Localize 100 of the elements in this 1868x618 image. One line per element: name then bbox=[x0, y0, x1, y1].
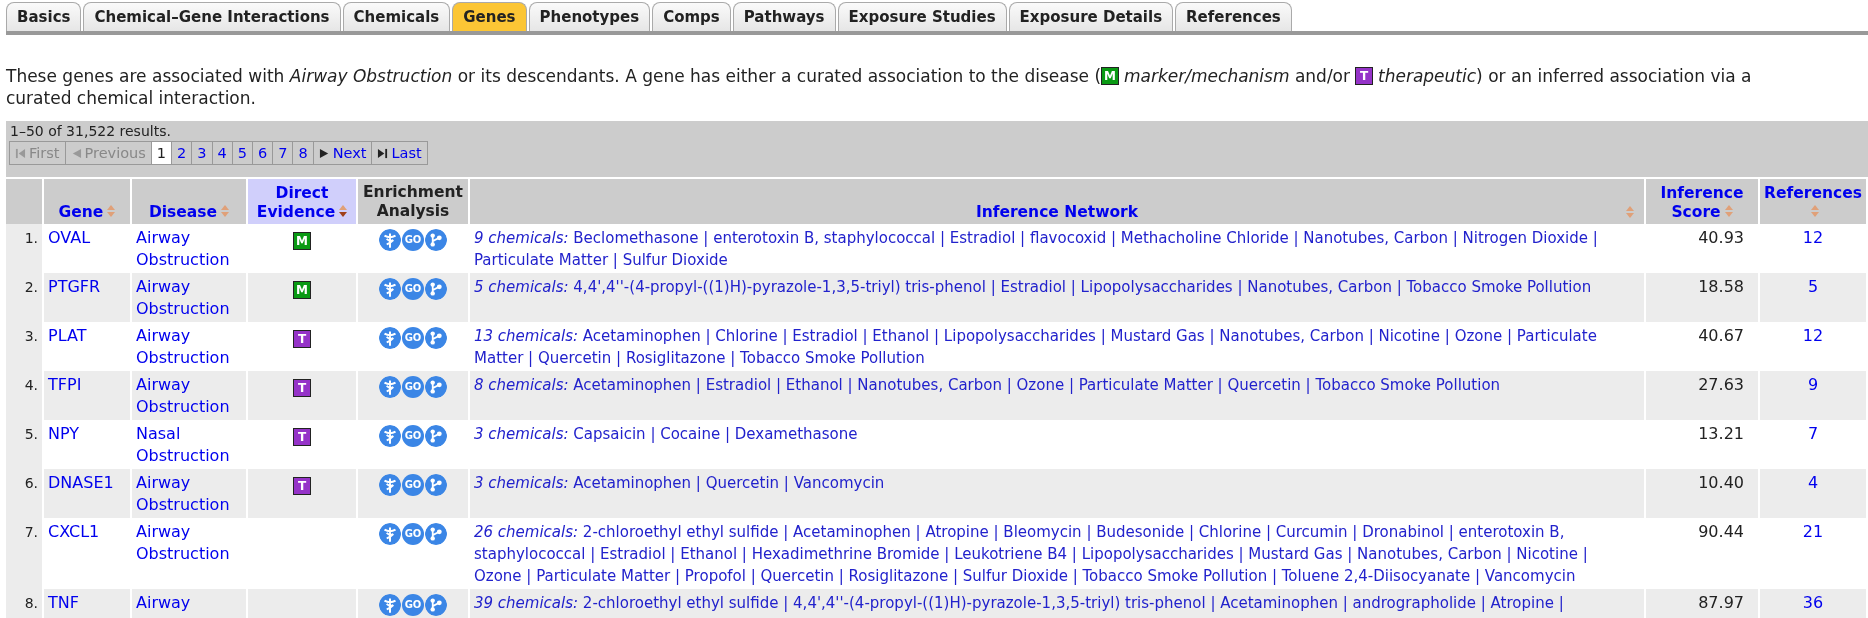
evidence-badge: T bbox=[293, 379, 311, 397]
tab[interactable]: Pathways bbox=[732, 2, 836, 31]
gene-link[interactable]: CXCL1 bbox=[48, 521, 126, 543]
references-link[interactable]: 36 bbox=[1802, 593, 1824, 612]
previous-icon bbox=[70, 147, 82, 159]
go-icon[interactable]: GO bbox=[402, 594, 424, 616]
tab[interactable]: Exposure Details bbox=[1008, 2, 1174, 31]
column-heading: Enrichment Analysis bbox=[357, 178, 469, 224]
column-header[interactable]: References bbox=[1759, 178, 1867, 224]
go-icon[interactable]: GO bbox=[402, 229, 424, 251]
last-page-icon bbox=[377, 147, 389, 159]
pagination-link[interactable]: 3 bbox=[191, 141, 213, 165]
disease-link[interactable]: Airway Obstruction bbox=[136, 521, 242, 565]
evidence-badge: T bbox=[293, 428, 311, 446]
row-number: 6. bbox=[6, 469, 43, 518]
go-icon[interactable]: GO bbox=[402, 376, 424, 398]
disease-link[interactable]: Airway Obstruction bbox=[136, 325, 242, 369]
column-header[interactable]: Inference Score bbox=[1645, 178, 1759, 224]
go-icon[interactable]: GO bbox=[402, 278, 424, 300]
evidence-badge: T bbox=[1355, 67, 1373, 85]
tab[interactable]: Phenotypes bbox=[528, 2, 651, 31]
pagination-link[interactable]: Last bbox=[371, 141, 428, 165]
caduceus-icon[interactable] bbox=[379, 594, 401, 616]
inference-score: 18.58 bbox=[1645, 273, 1759, 322]
evidence-badge: T bbox=[293, 330, 311, 348]
intro-text: therapeutic) or an inferred association via a bbox=[1378, 65, 1752, 87]
references-link[interactable]: 12 bbox=[1802, 326, 1824, 345]
inference-score: 87.97 bbox=[1645, 589, 1759, 618]
column-header[interactable]: Gene bbox=[43, 178, 131, 224]
pagination-link[interactable]: 6 bbox=[251, 141, 274, 165]
tab[interactable]: Basics bbox=[6, 2, 82, 31]
network-icon[interactable] bbox=[425, 278, 447, 300]
row-number: 1. bbox=[6, 224, 43, 273]
references-link[interactable]: 9 bbox=[1807, 375, 1819, 394]
caduceus-icon[interactable] bbox=[379, 278, 401, 300]
first-page-icon bbox=[15, 147, 26, 159]
pagination-link[interactable]: 5 bbox=[231, 141, 253, 165]
column-header[interactable]: Disease bbox=[131, 178, 247, 224]
caduceus-icon[interactable] bbox=[379, 523, 401, 545]
results-count: 1–50 of 31,522 results. bbox=[10, 123, 172, 139]
network-icon[interactable] bbox=[425, 376, 447, 398]
gene-link[interactable]: PLAT bbox=[48, 325, 126, 347]
go-icon[interactable]: GO bbox=[402, 327, 424, 349]
chemical-list[interactable]: 9 chemicals: Beclomethasone | enterotoxin B, staphylococcal | Estradiol | flavocoxid | Methacholine Chloride | Nanotubes, Carbon | Nitrogen Dioxide | Particulate Matter | Sulfur Dioxide bbox=[474, 227, 1614, 271]
inference-score: 27.63 bbox=[1645, 371, 1759, 420]
intro-text: These genes are associated with Airway Obstruction or its descendants. A gene has either a curated association to the disease ( bbox=[6, 65, 1102, 87]
caduceus-icon[interactable] bbox=[379, 376, 401, 398]
network-icon[interactable] bbox=[425, 474, 447, 496]
caduceus-icon[interactable] bbox=[379, 327, 401, 349]
column-header[interactable]: Inference Network bbox=[469, 178, 1645, 224]
go-icon[interactable]: GO bbox=[402, 523, 424, 545]
disease-link[interactable]: Airway Obstruction bbox=[136, 227, 242, 271]
pagination-link[interactable]: 8 bbox=[292, 141, 314, 165]
network-icon[interactable] bbox=[425, 229, 447, 251]
row-number: 2. bbox=[6, 273, 43, 322]
evidence-badge: M bbox=[1101, 67, 1120, 85]
disease-link[interactable]: Nasal Obstruction bbox=[136, 423, 242, 467]
next-icon bbox=[318, 147, 330, 159]
intro-text: curated chemical interaction. bbox=[6, 87, 257, 109]
network-icon[interactable] bbox=[425, 594, 447, 616]
references-link[interactable]: 5 bbox=[1807, 277, 1819, 296]
go-icon[interactable]: GO bbox=[402, 474, 424, 496]
tab[interactable]: References bbox=[1175, 2, 1292, 31]
evidence-badge: T bbox=[293, 477, 311, 495]
row-number: 3. bbox=[6, 322, 43, 371]
references-link[interactable]: 21 bbox=[1802, 522, 1824, 541]
row-number: 5. bbox=[6, 420, 43, 469]
gene-link[interactable]: OVAL bbox=[48, 227, 126, 249]
row-number: 7. bbox=[6, 518, 43, 589]
row-number: 8. bbox=[6, 589, 43, 618]
tab[interactable]: Genes bbox=[452, 2, 527, 31]
caduceus-icon[interactable] bbox=[379, 425, 401, 447]
gene-link[interactable]: NPY bbox=[48, 423, 126, 445]
tab[interactable]: Exposure Studies bbox=[837, 2, 1007, 31]
inference-score: 10.40 bbox=[1645, 469, 1759, 518]
evidence-badge: M bbox=[293, 232, 311, 250]
chemical-list[interactable]: 13 chemicals: Acetaminophen | Chlorine | Estradiol | Ethanol | Lipopolysaccharides | Mustard Gas | Nanotubes, Carbon | Nicotine | Ozone | Particulate Matter | Quercetin | Rosiglitazone | Tobacco Smoke Pollution bbox=[474, 325, 1614, 369]
caduceus-icon[interactable] bbox=[379, 474, 401, 496]
pagination-link[interactable]: 1 bbox=[150, 141, 173, 165]
caduceus-icon[interactable] bbox=[379, 229, 401, 251]
tab[interactable]: Chemical–Gene Interactions bbox=[83, 2, 341, 31]
go-icon[interactable]: GO bbox=[402, 425, 424, 447]
tab[interactable]: Chemicals bbox=[342, 2, 451, 31]
network-icon[interactable] bbox=[425, 523, 447, 545]
tab[interactable]: Comps bbox=[652, 2, 731, 31]
pagination-link[interactable]: 7 bbox=[272, 141, 294, 165]
references-link[interactable]: 7 bbox=[1807, 424, 1819, 443]
chemical-list[interactable]: 26 chemicals: 2-chloroethyl ethyl sulfide | Acetaminophen | Atropine | Bleomycin | Budesonide | Chlorine | Curcumin | Dronabinol | enterotoxin B, staphylococcal | Estradiol | Ethanol | Hexadimethrine Bromide | Leukotriene B4 | Lipopolysaccharides | Mustard Gas | Nanotubes, Carbon | Nicotine | Ozone | Particulate Matter | Propofol | Quercetin | Rosiglitazone | Sulfur Dioxide | Tobacco Smoke Pollution | Toluene 2,4-Diisocyanate | Vancomycin bbox=[474, 521, 1614, 587]
pagination-link[interactable]: 4 bbox=[211, 141, 233, 165]
network-icon[interactable] bbox=[425, 327, 447, 349]
intro-text: marker/mechanism and/or bbox=[1124, 65, 1350, 87]
references-link[interactable]: 4 bbox=[1807, 473, 1819, 492]
chemical-list[interactable]: 3 chemicals: Capsaicin | Cocaine | Dexamethasone bbox=[474, 423, 1614, 445]
network-icon[interactable] bbox=[425, 425, 447, 447]
pagination-link[interactable]: Next bbox=[312, 141, 373, 165]
evidence-badge: M bbox=[293, 281, 311, 299]
pagination-link[interactable]: 2 bbox=[171, 141, 193, 165]
row-number: 4. bbox=[6, 371, 43, 420]
references-link[interactable]: 12 bbox=[1802, 228, 1824, 247]
column-header[interactable]: Direct Evidence bbox=[247, 178, 357, 224]
